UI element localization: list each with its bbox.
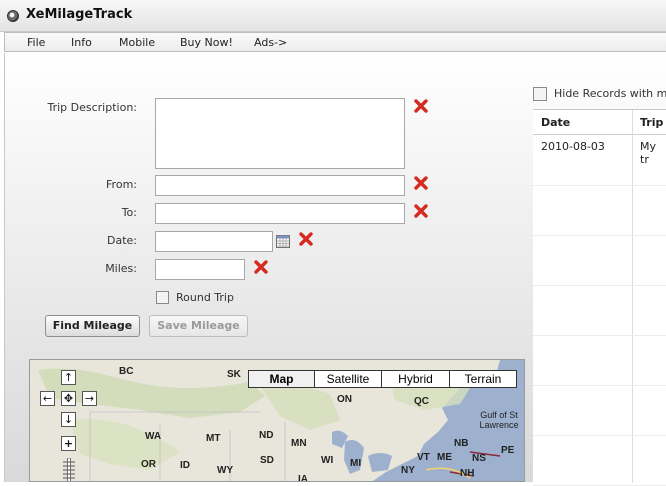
map-type-terrain-button[interactable]: Terrain: [449, 370, 517, 388]
date-field[interactable]: [155, 231, 273, 252]
clear-trip-description-icon[interactable]: [414, 99, 428, 113]
miles-label: Miles:: [105, 262, 137, 275]
map-label-mn: MN: [291, 438, 307, 449]
title-bar: XeMilageTrack: [0, 0, 666, 32]
pan-right-icon[interactable]: →: [82, 391, 97, 406]
map-label-sk: SK: [227, 369, 241, 380]
zoom-slider-icon[interactable]: [62, 458, 76, 482]
map-label-wa: WA: [145, 431, 162, 442]
map-type-satellite-button[interactable]: Satellite: [314, 370, 382, 388]
save-mileage-button[interactable]: Save Mileage: [149, 315, 248, 337]
map-type-map-button[interactable]: Map: [248, 370, 315, 388]
zoom-in-icon[interactable]: +: [61, 436, 76, 451]
map-label-gulf-of-st-lawrence: Gulf of St Lawrence: [479, 410, 519, 430]
table-row[interactable]: [533, 185, 666, 236]
map-label-qc: QC: [414, 396, 429, 407]
map-label-ns: NS: [472, 453, 486, 464]
cell-date: 2010-08-03: [541, 140, 605, 153]
column-header-date[interactable]: Date: [541, 116, 570, 129]
map-label-nh: NH: [460, 468, 475, 479]
records-grid-header: Date Trip: [533, 110, 666, 135]
pan-center-icon[interactable]: ✥: [61, 391, 76, 406]
round-trip-checkbox[interactable]: [156, 291, 169, 304]
map-label-me: ME: [437, 452, 452, 463]
window-title: XeMilageTrack: [26, 7, 133, 22]
map-label-wy: WY: [217, 465, 234, 476]
from-field[interactable]: [155, 175, 405, 196]
map-label-sd: SD: [260, 455, 274, 466]
map-label-or: OR: [141, 459, 156, 470]
map-label-on: ON: [337, 394, 352, 405]
from-label: From:: [106, 178, 137, 191]
table-row[interactable]: [533, 235, 666, 286]
menu-mobile[interactable]: Mobile: [119, 36, 155, 49]
map-label-mt: MT: [206, 433, 221, 444]
map-label-ia: IA: [298, 474, 308, 482]
round-trip-label: Round Trip: [176, 291, 234, 304]
menu-bar: File Info Mobile Buy Now! Ads->: [4, 32, 666, 52]
miles-field[interactable]: [155, 259, 245, 280]
clear-date-icon[interactable]: [299, 232, 313, 246]
column-header-trip[interactable]: Trip: [640, 116, 663, 129]
map-label-nd: ND: [259, 430, 274, 441]
pan-left-icon[interactable]: ←: [40, 391, 55, 406]
clear-miles-icon[interactable]: [254, 260, 268, 274]
map-label-ny: NY: [401, 465, 415, 476]
pan-up-icon[interactable]: ↑: [61, 370, 76, 385]
map-label-bc: BC: [119, 366, 134, 377]
cell-trip: My tr: [640, 140, 657, 166]
map-label-vt: VT: [417, 452, 430, 463]
find-mileage-button[interactable]: Find Mileage: [45, 315, 140, 337]
clear-from-icon[interactable]: [414, 176, 428, 190]
records-grid: Date Trip 2010-08-03 My tr: [533, 109, 666, 486]
trip-description-field[interactable]: [155, 98, 405, 169]
pan-down-icon[interactable]: ↓: [61, 412, 76, 427]
clear-to-icon[interactable]: [414, 204, 428, 218]
table-row[interactable]: [533, 285, 666, 336]
map-label-mi: MI: [350, 458, 362, 469]
map-label-pe: PE: [501, 445, 515, 456]
app-icon: [7, 10, 19, 22]
menu-ads[interactable]: Ads->: [254, 36, 287, 49]
trip-description-label: Trip Description:: [47, 101, 137, 114]
hide-records-label: Hide Records with m: [554, 87, 666, 100]
map-label-id: ID: [180, 460, 190, 471]
map-view[interactable]: Map Satellite Hybrid Terrain ↑ ← ✥ → ↓ +…: [29, 359, 525, 482]
menu-file[interactable]: File: [27, 36, 45, 49]
to-field[interactable]: [155, 203, 405, 224]
table-row[interactable]: [533, 335, 666, 386]
map-label-wi: WI: [321, 455, 334, 466]
menu-info[interactable]: Info: [71, 36, 92, 49]
to-label: To:: [121, 206, 137, 219]
menu-buy-now[interactable]: Buy Now!: [180, 36, 233, 49]
table-row[interactable]: [533, 385, 666, 436]
hide-records-checkbox[interactable]: [533, 87, 547, 101]
map-label-nb: NB: [454, 438, 469, 449]
table-row[interactable]: [533, 435, 666, 486]
map-type-hybrid-button[interactable]: Hybrid: [381, 370, 450, 388]
calendar-icon[interactable]: [276, 235, 290, 248]
table-row[interactable]: 2010-08-03 My tr: [533, 135, 666, 186]
date-label: Date:: [107, 234, 137, 247]
